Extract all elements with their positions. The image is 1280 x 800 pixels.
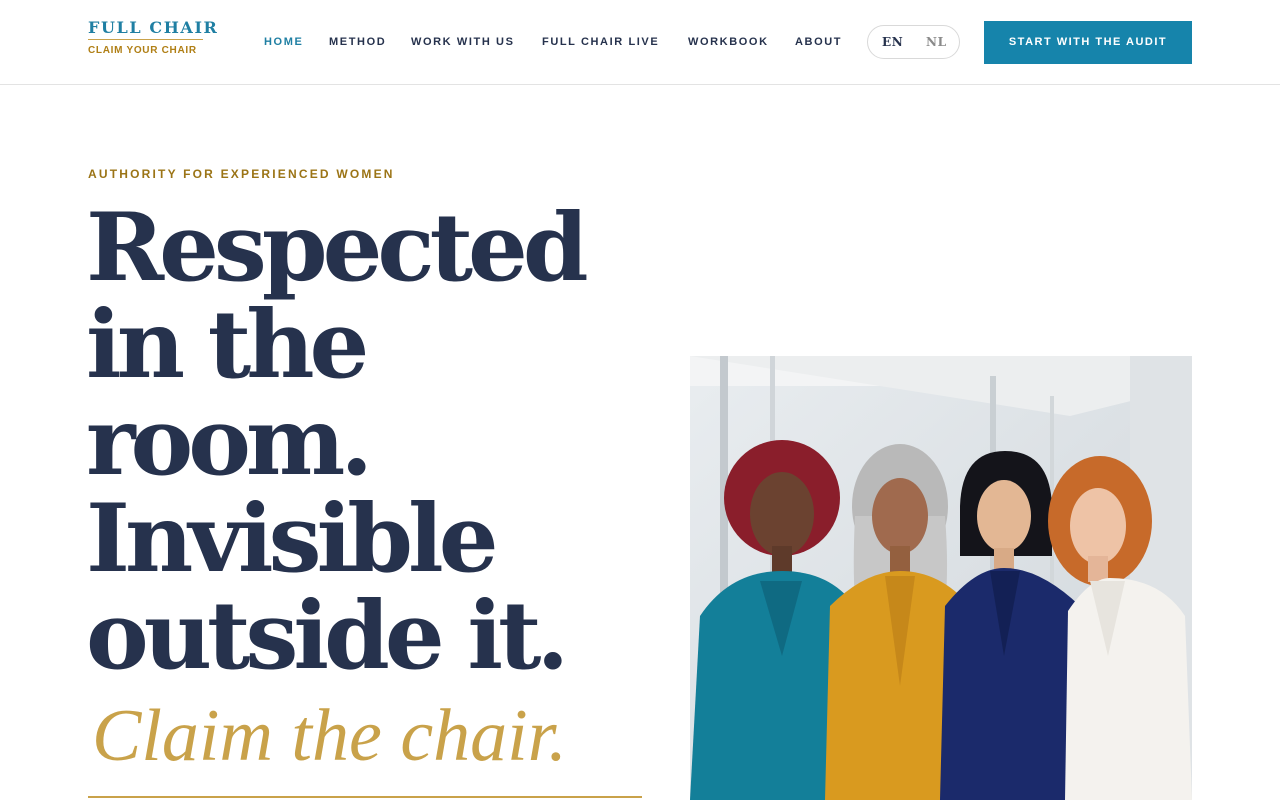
nav-item-full-chair-live[interactable]: FULL CHAIR LIVE: [542, 35, 659, 49]
site-header: FULL CHAIR CLAIM YOUR CHAIR HOME METHOD …: [0, 0, 1280, 85]
headline-line: outside it.: [86, 581, 569, 691]
hero-headline: Respected in the room. Invisible outside…: [86, 200, 646, 685]
logo[interactable]: FULL CHAIR CLAIM YOUR CHAIR: [88, 18, 217, 56]
logo-tagline: CLAIM YOUR CHAIR: [88, 45, 197, 56]
hero-tagline: Claim the chair.: [92, 695, 567, 777]
headline-line: room.: [86, 387, 373, 497]
gold-divider: [88, 796, 642, 798]
headline-line: Invisible: [86, 484, 499, 594]
language-option-nl[interactable]: NL: [926, 35, 947, 49]
nav-item-about[interactable]: ABOUT: [795, 35, 842, 49]
language-option-en[interactable]: EN: [882, 35, 903, 49]
nav-item-home[interactable]: HOME: [264, 35, 303, 49]
nav-item-workbook[interactable]: WORKBOOK: [688, 35, 769, 49]
logo-name: FULL CHAIR: [88, 18, 217, 40]
hero-eyebrow: AUTHORITY FOR EXPERIENCED WOMEN: [88, 167, 395, 181]
headline-line: Respected: [86, 193, 589, 303]
headline-line: in the: [86, 290, 369, 400]
hero-photo: [690, 356, 1192, 800]
language-switcher: EN NL: [867, 25, 960, 59]
nav-item-method[interactable]: METHOD: [329, 35, 386, 49]
start-audit-button[interactable]: START WITH THE AUDIT: [984, 21, 1192, 64]
nav-item-work-with-us[interactable]: WORK WITH US: [411, 35, 515, 49]
